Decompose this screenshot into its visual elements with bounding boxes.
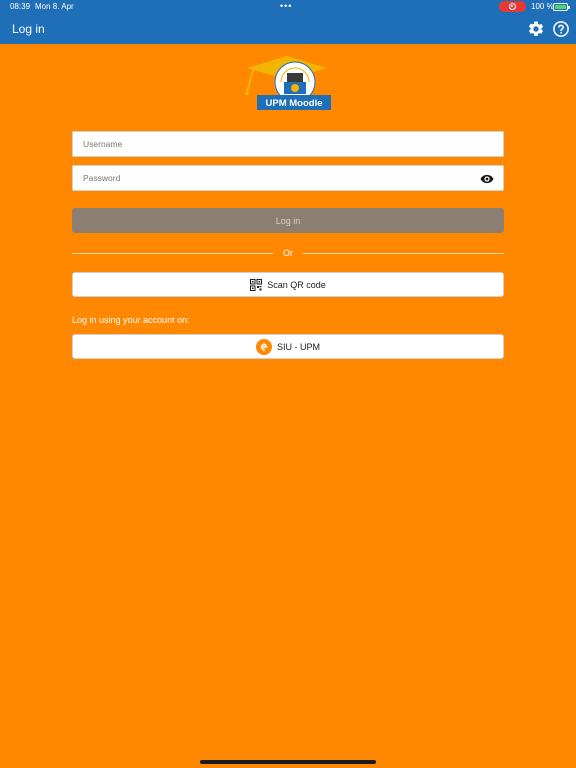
or-label: Or bbox=[283, 248, 293, 258]
help-button[interactable] bbox=[552, 20, 570, 38]
or-divider: Or bbox=[72, 247, 504, 259]
password-field[interactable] bbox=[72, 165, 504, 191]
eye-icon bbox=[480, 174, 494, 184]
settings-button[interactable] bbox=[527, 20, 545, 38]
siu-logo-icon bbox=[255, 338, 272, 355]
siu-upm-login-button[interactable]: SIU - UPM bbox=[72, 334, 504, 359]
scan-qr-button[interactable]: Scan QR code bbox=[72, 272, 504, 297]
record-icon bbox=[509, 3, 516, 10]
question-circle-icon bbox=[553, 21, 569, 37]
username-input[interactable] bbox=[73, 132, 503, 156]
show-password-button[interactable] bbox=[480, 172, 494, 186]
home-indicator[interactable] bbox=[200, 760, 376, 764]
account-login-label: Log in using your account on: bbox=[72, 315, 190, 325]
app-header: 08:39 Mon 8. Apr ••• 100 % Log in bbox=[0, 0, 576, 44]
page-title: Log in bbox=[12, 22, 45, 36]
login-button[interactable]: Log in bbox=[72, 208, 504, 233]
logo-brand-text: UPM Moodle bbox=[266, 98, 323, 109]
siu-upm-label: SIU - UPM bbox=[276, 341, 320, 352]
divider-line bbox=[72, 252, 273, 254]
divider-line bbox=[303, 252, 504, 254]
gear-icon bbox=[528, 21, 544, 36]
scan-qr-label: Scan QR code bbox=[267, 279, 326, 290]
battery-icon bbox=[553, 3, 570, 11]
upm-moodle-logo: UPM Moodle bbox=[243, 54, 333, 112]
status-time: 08:39 bbox=[10, 2, 31, 11]
username-field[interactable] bbox=[72, 131, 504, 157]
multitasking-dots[interactable]: ••• bbox=[280, 1, 292, 11]
screen-recording-indicator[interactable] bbox=[499, 1, 526, 12]
qr-code-icon bbox=[250, 278, 263, 291]
battery-percent: 100 % bbox=[531, 2, 554, 11]
status-date: Mon 8. Apr bbox=[35, 2, 74, 11]
password-input[interactable] bbox=[73, 166, 503, 190]
